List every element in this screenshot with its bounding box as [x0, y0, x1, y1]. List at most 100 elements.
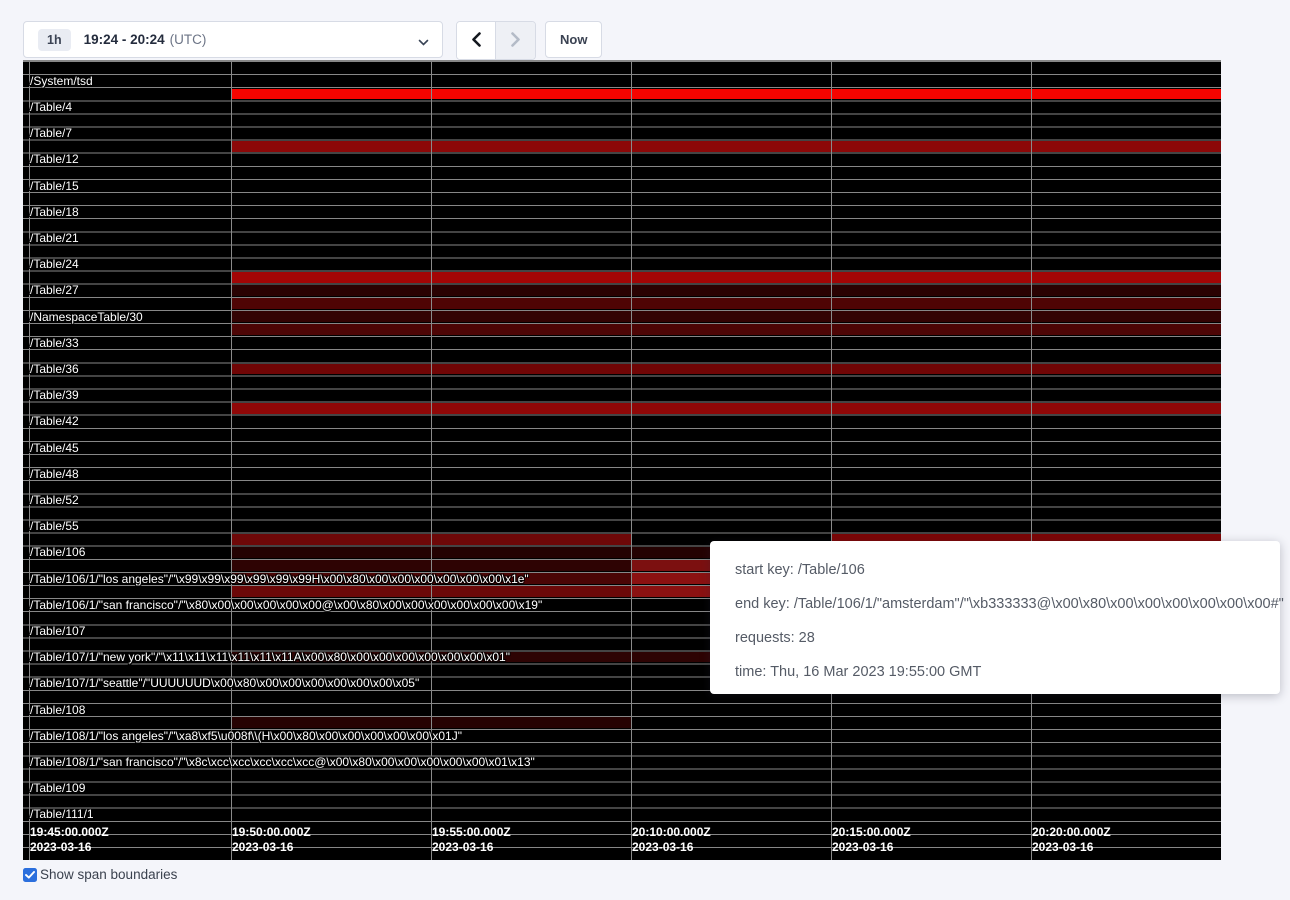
now-button[interactable]: Now — [545, 21, 602, 58]
heatmap-band[interactable] — [1031, 285, 1221, 296]
axis-time: 19:55:00.000Z — [432, 825, 511, 840]
heatmap-band[interactable] — [231, 547, 431, 558]
time-gridline — [631, 60, 632, 860]
heatmap-band[interactable] — [431, 141, 631, 152]
heatmap-band[interactable] — [631, 285, 831, 296]
heatmap-band[interactable] — [231, 89, 431, 100]
tooltip-requests: requests: 28 — [735, 621, 1255, 655]
heatmap-band[interactable] — [431, 586, 631, 597]
row-label: /Table/12 — [30, 153, 79, 166]
heatmap-band[interactable] — [231, 717, 431, 728]
chevron-down-icon — [418, 35, 428, 45]
axis-tick-label: 20:15:00.000Z2023-03-16 — [832, 825, 911, 855]
axis-date: 2023-03-16 — [432, 840, 511, 855]
heatmap-band[interactable] — [231, 324, 431, 335]
heatmap-band[interactable] — [631, 324, 831, 335]
heatmap-band[interactable] — [1031, 272, 1221, 283]
heatmap-band[interactable] — [231, 272, 431, 283]
row-label: /Table/107/1/"new york"/"\x11\x11\x11\x1… — [30, 651, 510, 664]
heatmap-band[interactable] — [431, 285, 631, 296]
row-label: /NamespaceTable/30 — [30, 311, 143, 324]
axis-time: 20:20:00.000Z — [1032, 825, 1111, 840]
heatmap-band[interactable] — [1031, 89, 1221, 100]
axis-date: 2023-03-16 — [232, 840, 311, 855]
heatmap-band[interactable] — [831, 285, 1031, 296]
heatmap-band[interactable] — [431, 89, 631, 100]
heatmap-band[interactable] — [1031, 311, 1221, 322]
heatmap-band[interactable] — [431, 272, 631, 283]
heatmap-band[interactable] — [431, 560, 631, 571]
tooltip-time: time: Thu, 16 Mar 2023 19:55:00 GMT — [735, 655, 1255, 689]
next-interval-button[interactable] — [496, 22, 535, 59]
heatmap-band[interactable] — [1031, 403, 1221, 414]
tooltip-end-key: end key: /Table/106/1/"amsterdam"/"\xb33… — [735, 587, 1255, 621]
heatmap-band[interactable] — [231, 364, 431, 375]
time-gridline — [831, 60, 832, 860]
axis-tick-label: 19:55:00.000Z2023-03-16 — [432, 825, 511, 855]
show-span-boundaries-label: Show span boundaries — [40, 867, 177, 882]
show-span-boundaries-toggle[interactable]: Show span boundaries — [23, 867, 177, 882]
row-label: /System/tsd — [30, 75, 93, 88]
checked-checkbox-icon[interactable] — [23, 868, 37, 882]
heatmap-band[interactable] — [431, 298, 631, 309]
previous-interval-button[interactable] — [457, 22, 496, 59]
heatmap-band[interactable] — [231, 560, 431, 571]
row-label: /Table/15 — [30, 180, 79, 193]
row-label: /Table/4 — [30, 101, 72, 114]
heatmap-band[interactable] — [231, 586, 431, 597]
heatmap-band[interactable] — [631, 141, 831, 152]
heatmap-band[interactable] — [631, 298, 831, 309]
heatmap-band[interactable] — [431, 364, 631, 375]
heatmap-band[interactable] — [231, 311, 431, 322]
heatmap-canvas[interactable]: /System/tsd/Table/4/Table/7/Table/12/Tab… — [23, 60, 1221, 860]
heatmap-band[interactable] — [1031, 324, 1221, 335]
row-label: /Table/107 — [30, 625, 85, 638]
heatmap-band[interactable] — [431, 403, 631, 414]
time-range-picker[interactable]: 1h 19:24 - 20:24 (UTC) — [23, 21, 443, 58]
heatmap-band[interactable] — [631, 89, 831, 100]
heatmap-band[interactable] — [831, 324, 1031, 335]
axis-tick-label: 20:10:00.000Z2023-03-16 — [632, 825, 711, 855]
heatmap-band[interactable] — [431, 324, 631, 335]
row-label: /Table/27 — [30, 284, 79, 297]
axis-tick-label: 20:20:00.000Z2023-03-16 — [1032, 825, 1111, 855]
heatmap-band[interactable] — [1031, 364, 1221, 375]
heatmap-band[interactable] — [431, 717, 631, 728]
heatmap-band[interactable] — [631, 364, 831, 375]
row-label: /Table/24 — [30, 258, 79, 271]
row-label: /Table/106/1/"san francisco"/"\x80\x00\x… — [30, 599, 542, 612]
row-label: /Table/108/1/"san francisco"/"\x8c\xcc\x… — [30, 756, 535, 769]
heatmap-band[interactable] — [831, 311, 1031, 322]
row-label: /Table/106 — [30, 546, 85, 559]
heatmap-band[interactable] — [631, 272, 831, 283]
heatmap-band[interactable] — [431, 547, 631, 558]
heatmap-band[interactable] — [631, 403, 831, 414]
heatmap-band[interactable] — [431, 311, 631, 322]
heatmap-band[interactable] — [231, 141, 431, 152]
heatmap-band[interactable] — [231, 285, 431, 296]
axis-tick-label: 19:45:00.000Z2023-03-16 — [30, 825, 109, 855]
time-range-label: 19:24 - 20:24 — [84, 32, 165, 47]
chevron-left-icon — [471, 32, 482, 50]
heatmap-band[interactable] — [231, 298, 431, 309]
row-label: /Table/109 — [30, 782, 85, 795]
row-label: /Table/55 — [30, 520, 79, 533]
heatmap-band[interactable] — [431, 534, 631, 545]
heatmap-band[interactable] — [1031, 141, 1221, 152]
row-label: /Table/107/1/"seattle"/"UUUUUUD\x00\x80\… — [30, 677, 419, 690]
heatmap-band[interactable] — [831, 403, 1031, 414]
axis-time: 20:10:00.000Z — [632, 825, 711, 840]
heatmap-band[interactable] — [231, 403, 431, 414]
axis-date: 2023-03-16 — [632, 840, 711, 855]
heatmap-band[interactable] — [1031, 298, 1221, 309]
heatmap-band[interactable] — [231, 534, 431, 545]
heatmap-band[interactable] — [831, 141, 1031, 152]
heatmap-band[interactable] — [831, 298, 1031, 309]
heatmap-band[interactable] — [631, 311, 831, 322]
duration-chip[interactable]: 1h — [38, 29, 71, 51]
heatmap-band[interactable] — [831, 364, 1031, 375]
row-label: /Table/21 — [30, 232, 79, 245]
heatmap-band[interactable] — [831, 272, 1031, 283]
heatmap-band[interactable] — [831, 89, 1031, 100]
axis-date: 2023-03-16 — [30, 840, 109, 855]
